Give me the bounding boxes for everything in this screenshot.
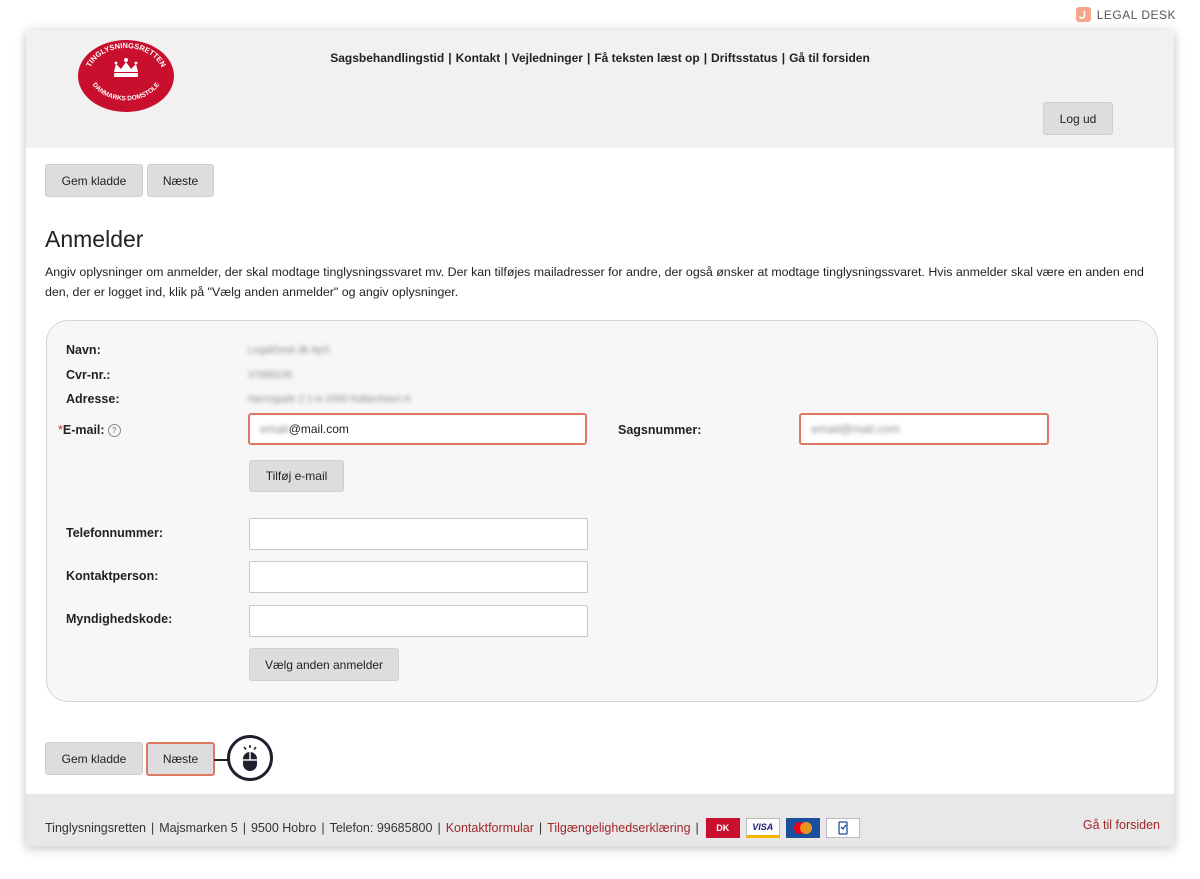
save-draft-button-top[interactable]: Gem kladde — [45, 164, 143, 197]
case-number-label: Sagsnummer: — [618, 423, 702, 437]
footer-court-name: Tinglysningsretten — [45, 821, 146, 835]
case-number-field[interactable]: email@mail.com — [799, 413, 1049, 445]
form-panel — [46, 320, 1158, 702]
nav-kontakt[interactable]: Kontakt — [456, 51, 501, 65]
footer-phone: Telefon: 99685800 — [329, 821, 433, 835]
dankort-icon: DK — [705, 818, 740, 838]
footer-city: 9500 Hobro — [250, 821, 317, 835]
next-button-bottom[interactable]: Næste — [146, 742, 215, 776]
phone-label: Telefonnummer: — [66, 526, 163, 540]
site-footer: Tinglysningsretten | Majsmarken 5 | 9500 H… — [26, 794, 1174, 846]
address-label: Adresse: — [66, 392, 120, 406]
cvr-label: Cvr-nr.: — [66, 368, 111, 382]
logout-button[interactable]: Log ud — [1043, 102, 1113, 135]
cvr-value: 37985235 — [248, 370, 293, 381]
nav-separator: | — [781, 51, 786, 65]
legal-desk-brand: LEGAL DESK — [1075, 7, 1176, 22]
email-label-group: *E-mail:? — [58, 423, 121, 438]
visa-icon: VISA — [745, 818, 780, 838]
accessibility-statement-link[interactable]: Tilgængelighedserklæring — [547, 821, 690, 835]
brand-label: LEGAL DESK — [1096, 7, 1176, 22]
nav-read-aloud[interactable]: Få teksten læst op — [594, 51, 699, 65]
contact-person-label: Kontaktperson: — [66, 569, 159, 583]
question-circle-icon[interactable]: ? — [107, 424, 121, 438]
email-label: E-mail: — [62, 423, 105, 437]
payment-icons: DK VISA — [705, 818, 860, 838]
nav-vejledninger[interactable]: Vejledninger — [512, 51, 583, 65]
browser-page: TINGLYSNINGSRETTEN DANMARKS DOMSTOLE Sag… — [26, 30, 1174, 846]
page-intro: Angiv oplysninger om anmelder, der skal … — [45, 265, 1144, 299]
footer-info: Tinglysningsretten | Majsmarken 5 | 9500 H… — [45, 818, 860, 838]
nav-separator: | — [703, 51, 708, 65]
mastercard-icon — [785, 818, 820, 838]
contact-form-link[interactable]: Kontaktformular — [446, 821, 534, 835]
legal-desk-logo-icon — [1075, 7, 1091, 22]
nav-separator: | — [586, 51, 591, 65]
authority-code-field[interactable] — [249, 605, 588, 637]
footer-street: Majsmarken 5 — [159, 821, 238, 835]
address-value: Nørregade 2 1.tv 2000 København K — [248, 394, 412, 405]
nav-front-page[interactable]: Gå til forsiden — [789, 51, 870, 65]
add-email-button[interactable]: Tilføj e-mail — [249, 460, 344, 492]
choose-other-filer-button[interactable]: Vælg anden anmelder — [249, 648, 399, 681]
email-value-domain: @mail.com — [288, 422, 349, 436]
authority-code-label: Myndighedskode: — [66, 612, 173, 626]
next-button-top[interactable]: Næste — [147, 164, 214, 197]
contact-person-field[interactable] — [249, 561, 588, 593]
mouse-click-icon — [227, 735, 273, 781]
top-navigation: Sagsbehandlingstid | Kontakt | Vejledninger |… — [26, 51, 1174, 65]
phone-field[interactable] — [249, 518, 588, 550]
click-indicator-connector — [214, 759, 228, 761]
nav-sagsbehandlingstid[interactable]: Sagsbehandlingstid — [330, 51, 444, 65]
nav-driftsstatus[interactable]: Driftsstatus — [711, 51, 778, 65]
case-number-value: email@mail.com — [811, 422, 900, 436]
name-label: Navn: — [66, 343, 101, 357]
page-title: Anmelder — [45, 226, 144, 252]
site-header: TINGLYSNINGSRETTEN DANMARKS DOMSTOLE Sag… — [26, 30, 1174, 148]
save-draft-button-bottom[interactable]: Gem kladde — [45, 742, 143, 775]
mobile-pay-icon — [825, 818, 860, 838]
nav-separator: | — [504, 51, 508, 65]
name-value: LegalDesk dk ApS — [248, 345, 330, 356]
email-field[interactable]: email@mail.com — [248, 413, 587, 445]
nav-separator: | — [448, 51, 452, 65]
footer-front-page-link[interactable]: Gå til forsiden — [1083, 818, 1160, 832]
email-value-blurred: email — [260, 422, 289, 436]
